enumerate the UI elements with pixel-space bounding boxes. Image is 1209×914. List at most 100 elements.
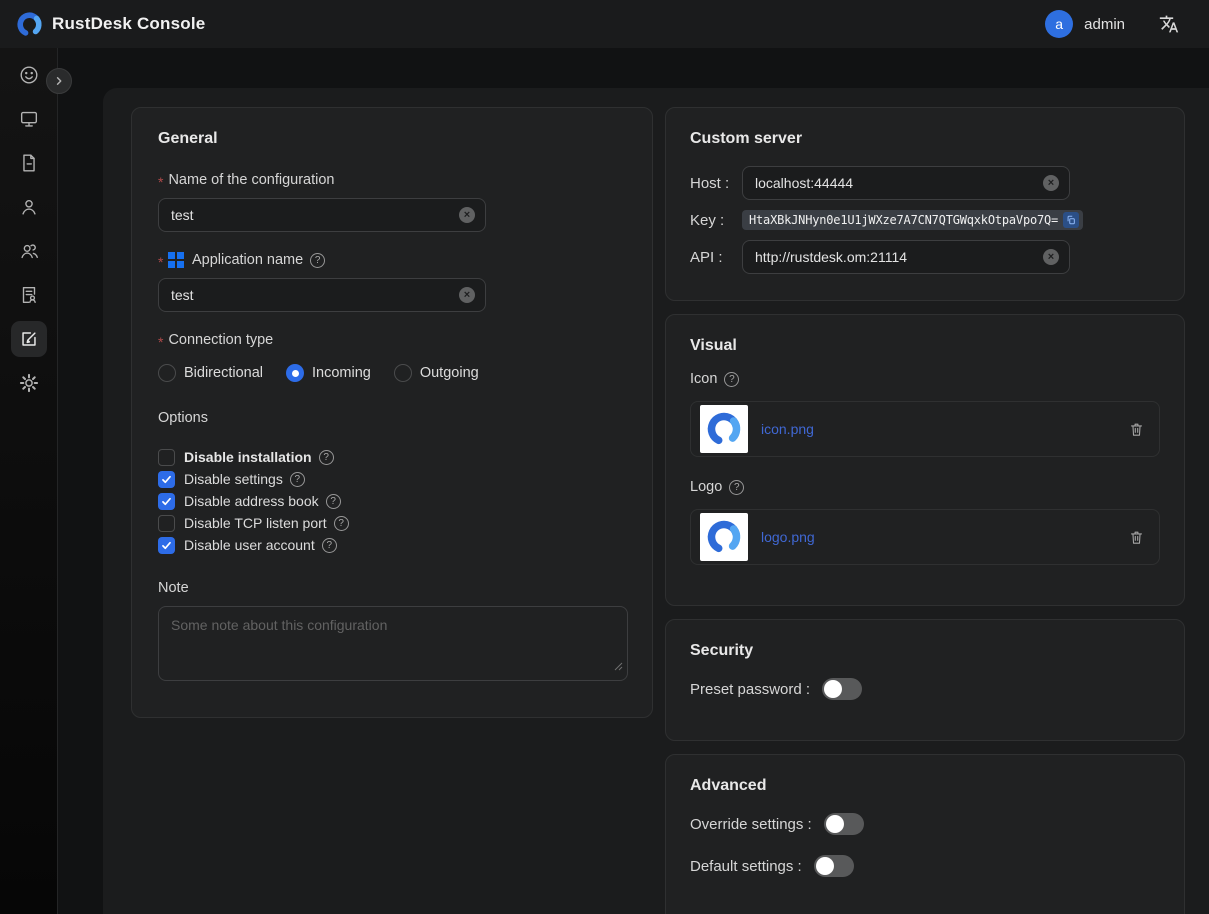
api-input[interactable]: × bbox=[742, 240, 1070, 274]
note-textarea[interactable] bbox=[158, 606, 628, 681]
default-settings-toggle[interactable] bbox=[814, 855, 854, 877]
checkbox-checked-icon bbox=[158, 493, 175, 510]
help-icon[interactable]: ? bbox=[290, 472, 305, 487]
config-name-label: * Name of the configuration bbox=[158, 172, 626, 188]
advanced-title: Advanced bbox=[690, 777, 1160, 795]
api-label: API : bbox=[690, 249, 742, 266]
monitor-icon bbox=[11, 101, 47, 137]
options-list: Disable installation ? Disable settings … bbox=[158, 446, 626, 556]
sidebar-item-users[interactable] bbox=[0, 185, 58, 229]
help-icon[interactable]: ? bbox=[724, 372, 739, 387]
application-name-label: * Application name ? bbox=[158, 252, 626, 268]
app-title: RustDesk Console bbox=[52, 14, 205, 34]
icon-file-row: icon.png bbox=[690, 401, 1160, 457]
logo-file-row: logo.png bbox=[690, 509, 1160, 565]
content-panel: General * Name of the configuration × * … bbox=[103, 88, 1209, 914]
checkbox-disable-address-book[interactable]: Disable address book ? bbox=[158, 490, 626, 512]
checkbox-disable-tcp-listen-port[interactable]: Disable TCP listen port ? bbox=[158, 512, 626, 534]
application-name-input[interactable]: × bbox=[158, 278, 486, 312]
config-name-field[interactable] bbox=[171, 207, 459, 223]
clear-input-icon[interactable]: × bbox=[1043, 249, 1059, 265]
host-label: Host : bbox=[690, 175, 742, 192]
avatar[interactable]: a bbox=[1045, 10, 1073, 38]
clear-input-icon[interactable]: × bbox=[459, 287, 475, 303]
sidebar-item-configurations[interactable] bbox=[0, 317, 58, 361]
help-icon[interactable]: ? bbox=[729, 480, 744, 495]
avatar-letter: a bbox=[1055, 16, 1063, 32]
override-settings-label: Override settings : bbox=[690, 816, 812, 833]
sidebar-item-settings[interactable] bbox=[0, 361, 58, 405]
note-label: Note bbox=[158, 580, 626, 596]
default-settings-label: Default settings : bbox=[690, 858, 802, 875]
audit-log-icon bbox=[11, 277, 47, 313]
copy-icon[interactable] bbox=[1063, 212, 1079, 228]
chevron-right-icon bbox=[52, 74, 66, 88]
help-icon[interactable]: ? bbox=[334, 516, 349, 531]
security-title: Security bbox=[690, 642, 1160, 660]
sidebar-item-sessions[interactable] bbox=[0, 141, 58, 185]
help-icon[interactable]: ? bbox=[319, 450, 334, 465]
rustdesk-logo-icon bbox=[16, 11, 43, 38]
help-icon[interactable]: ? bbox=[326, 494, 341, 509]
key-label: Key : bbox=[690, 212, 742, 229]
topbar: RustDesk Console a admin bbox=[0, 0, 1209, 48]
custom-server-title: Custom server bbox=[690, 130, 1160, 148]
host-input[interactable]: × bbox=[742, 166, 1070, 200]
config-name-input[interactable]: × bbox=[158, 198, 486, 232]
icon-file-link[interactable]: icon.png bbox=[761, 421, 814, 437]
clear-input-icon[interactable]: × bbox=[1043, 175, 1059, 191]
help-icon[interactable]: ? bbox=[310, 253, 325, 268]
delete-icon[interactable] bbox=[1128, 529, 1145, 546]
checkbox-disable-settings[interactable]: Disable settings ? bbox=[158, 468, 626, 490]
custom-server-card: Custom server Host : × Key : HtaXBkJNHyn… bbox=[665, 107, 1185, 301]
sidebar-item-groups[interactable] bbox=[0, 229, 58, 273]
required-asterisk: * bbox=[158, 255, 163, 269]
document-icon bbox=[11, 145, 47, 181]
users-icon bbox=[11, 233, 47, 269]
general-card-title: General bbox=[158, 130, 626, 148]
checkbox-icon bbox=[158, 449, 175, 466]
logo-file-link[interactable]: logo.png bbox=[761, 529, 815, 545]
checkbox-disable-user-account[interactable]: Disable user account ? bbox=[158, 534, 626, 556]
user-icon bbox=[11, 189, 47, 225]
options-label: Options bbox=[158, 410, 626, 426]
checkbox-disable-installation[interactable]: Disable installation ? bbox=[158, 446, 626, 468]
translate-icon[interactable] bbox=[1159, 14, 1179, 34]
connection-type-label: * Connection type bbox=[158, 332, 626, 348]
logo-label: Logo ? bbox=[690, 479, 1160, 495]
checkbox-checked-icon bbox=[158, 471, 175, 488]
radio-bidirectional[interactable]: Bidirectional bbox=[158, 364, 263, 382]
override-settings-toggle[interactable] bbox=[824, 813, 864, 835]
connection-type-group: Bidirectional Incoming Outgoing bbox=[158, 364, 626, 382]
radio-selected-icon bbox=[286, 364, 304, 382]
preset-password-label: Preset password : bbox=[690, 681, 810, 698]
windows-icon bbox=[168, 252, 184, 268]
logo-thumbnail bbox=[700, 513, 748, 561]
sidebar-item-audit[interactable] bbox=[0, 273, 58, 317]
delete-icon[interactable] bbox=[1128, 421, 1145, 438]
api-field[interactable] bbox=[755, 249, 1043, 265]
help-icon[interactable]: ? bbox=[322, 538, 337, 553]
preset-password-toggle[interactable] bbox=[822, 678, 862, 700]
clear-input-icon[interactable]: × bbox=[459, 207, 475, 223]
radio-outgoing[interactable]: Outgoing bbox=[394, 364, 479, 382]
server-key-value: HtaXBkJNHyn0e1U1jWXze7A7CN7QTGWqxkOtpaVp… bbox=[749, 213, 1058, 227]
icon-label: Icon ? bbox=[690, 371, 1160, 387]
username[interactable]: admin bbox=[1084, 16, 1125, 33]
radio-icon bbox=[394, 364, 412, 382]
radio-incoming[interactable]: Incoming bbox=[286, 364, 371, 382]
advanced-card: Advanced Override settings : Default set… bbox=[665, 754, 1185, 914]
application-name-field[interactable] bbox=[171, 287, 459, 303]
sidebar-expand-button[interactable] bbox=[46, 68, 72, 94]
settings-gear-icon bbox=[11, 365, 47, 401]
icon-thumbnail bbox=[700, 405, 748, 453]
visual-title: Visual bbox=[690, 337, 1160, 355]
host-field[interactable] bbox=[755, 175, 1043, 191]
sidebar-item-devices[interactable] bbox=[0, 97, 58, 141]
required-asterisk: * bbox=[158, 335, 163, 349]
checkbox-checked-icon bbox=[158, 537, 175, 554]
visual-card: Visual Icon ? icon.png bbox=[665, 314, 1185, 606]
security-card: Security Preset password : bbox=[665, 619, 1185, 741]
radio-icon bbox=[158, 364, 176, 382]
required-asterisk: * bbox=[158, 175, 163, 189]
